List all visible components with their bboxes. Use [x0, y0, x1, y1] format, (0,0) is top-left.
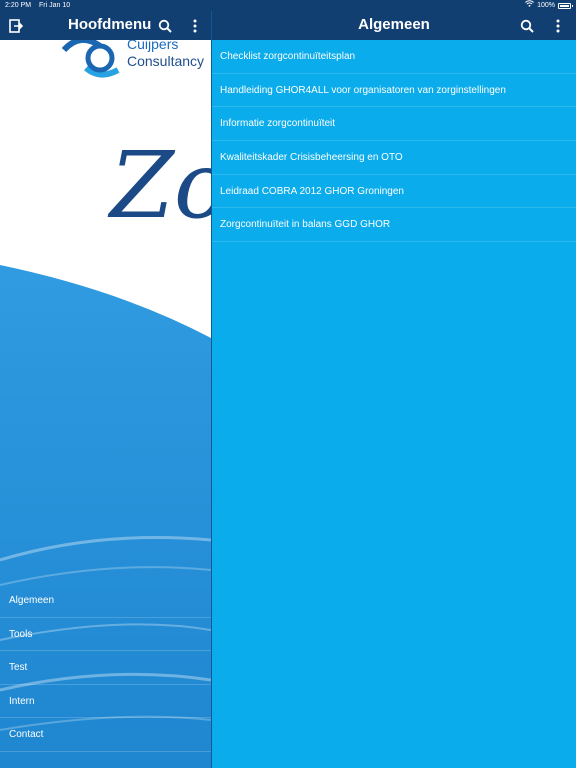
detail-panel: Algemeen Checklist zorgcontinuïteitsplan…: [212, 0, 576, 768]
list-item[interactable]: Informatie zorgcontinuïteit: [212, 107, 576, 142]
status-date: Fri Jan 10: [39, 2, 71, 9]
status-bar: 2:20 PM Fri Jan 10 100%: [0, 0, 576, 11]
wifi-icon: [525, 0, 534, 11]
main-menu-toolbar: Hoofdmenu: [0, 11, 211, 40]
list-item[interactable]: Zorgcontinuïteit in balans GGD GHOR: [212, 208, 576, 243]
menu-item-intern[interactable]: Intern: [0, 685, 211, 719]
battery-percent: 100%: [537, 2, 555, 9]
search-icon[interactable]: [518, 17, 536, 35]
status-time: 2:20 PM: [5, 2, 32, 9]
more-vertical-icon[interactable]: [186, 17, 204, 35]
main-menu-title: Hoofdmenu: [68, 16, 152, 33]
list-item[interactable]: Handleiding GHOR4ALL voor organisatoren …: [212, 74, 576, 108]
list-item[interactable]: Kwaliteitskader Crisisbeheersing en OTO: [212, 141, 576, 175]
list-item[interactable]: Leidraad COBRA 2012 GHOR Groningen: [212, 175, 576, 209]
menu-item-test[interactable]: Test: [0, 651, 211, 685]
battery-icon: [558, 2, 573, 9]
logo-text-1: Cuijpers: [127, 40, 179, 52]
menu-item-algemeen[interactable]: Algemeen: [0, 584, 211, 618]
menu-item-tools[interactable]: Tools: [0, 618, 211, 652]
main-menu-panel: Cuijpers Consultancy Zo Hoofdmenu Algeme…: [0, 0, 211, 768]
list-item[interactable]: Checklist zorgcontinuïteitsplan: [212, 40, 576, 74]
more-vertical-icon[interactable]: [549, 17, 567, 35]
hero-text: Zo: [110, 132, 211, 239]
panel-divider: [211, 0, 212, 768]
document-list: Checklist zorgcontinuïteitsplan Handleid…: [212, 40, 576, 243]
menu-item-contact[interactable]: Contact: [0, 718, 211, 752]
detail-toolbar: Algemeen: [212, 11, 576, 40]
logo-text-2: Consultancy: [127, 53, 205, 69]
exit-icon[interactable]: [7, 17, 25, 35]
main-menu-list: Algemeen Tools Test Intern Contact: [0, 584, 211, 752]
search-icon[interactable]: [156, 17, 174, 35]
